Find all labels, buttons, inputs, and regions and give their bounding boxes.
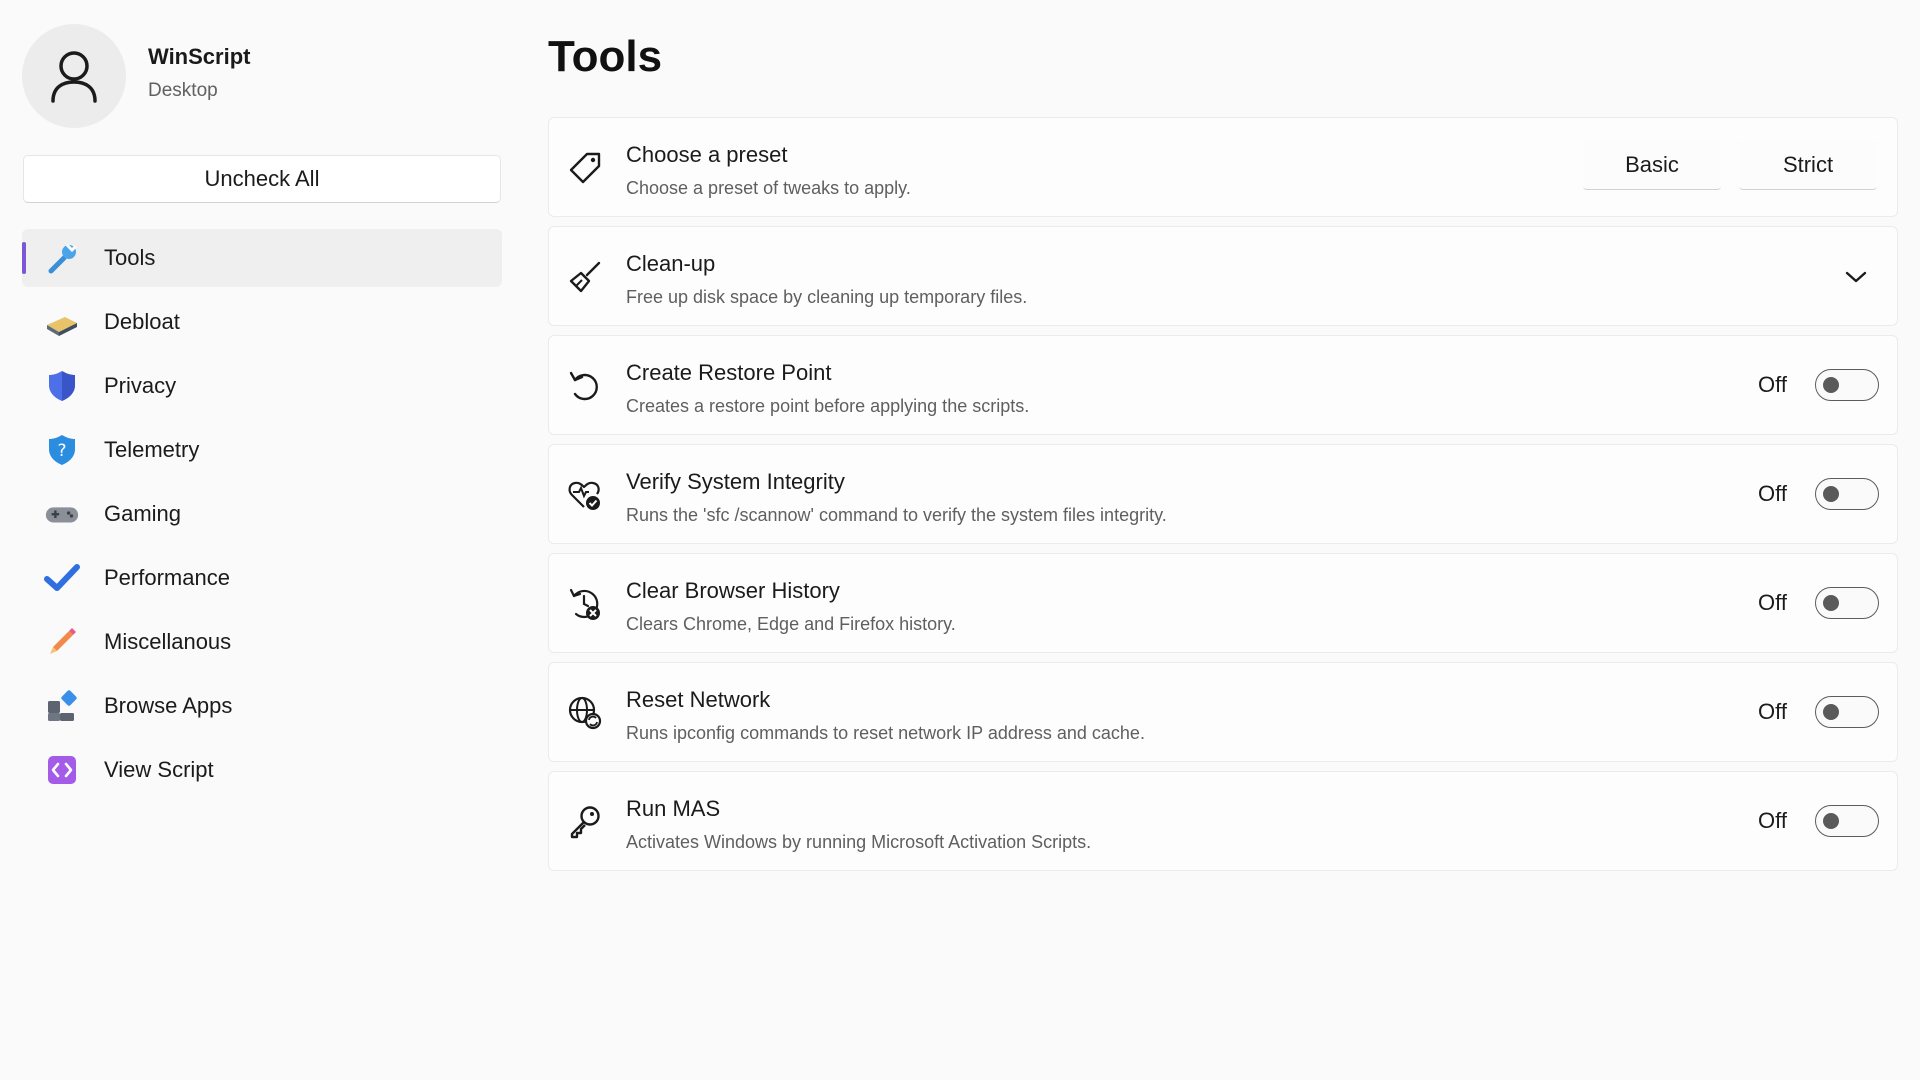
sidebar-item-privacy[interactable]: Privacy bbox=[22, 357, 502, 415]
card-title: Verify System Integrity bbox=[626, 469, 845, 494]
toggle-knob bbox=[1823, 486, 1839, 502]
app-window: WinScript Desktop Uncheck All Tools Debl… bbox=[0, 0, 1920, 1080]
toggle-state-label: Off bbox=[1758, 808, 1787, 833]
sidebar-item-label: Privacy bbox=[104, 373, 177, 398]
gamepad-icon bbox=[44, 496, 80, 532]
toggle-knob bbox=[1823, 704, 1839, 720]
pencil-icon bbox=[44, 624, 80, 660]
toggle-group: Off bbox=[1758, 369, 1879, 401]
sidebar-item-label: Gaming bbox=[104, 501, 182, 526]
shield-question-icon: ? bbox=[44, 432, 80, 468]
toggle-knob bbox=[1823, 595, 1839, 611]
app-name: WinScript bbox=[148, 44, 251, 69]
chevron-down-icon[interactable] bbox=[1841, 262, 1871, 292]
sidebar-item-label: Browse Apps bbox=[104, 693, 233, 718]
broom-icon bbox=[565, 257, 605, 297]
card-description: Choose a preset of tweaks to apply. bbox=[626, 178, 911, 198]
preset-basic-button[interactable]: Basic bbox=[1583, 140, 1721, 190]
card-description: Runs the 'sfc /scannow' command to verif… bbox=[626, 505, 1167, 525]
sidebar-item-label: Tools bbox=[104, 245, 156, 270]
undo-icon bbox=[565, 366, 605, 406]
toggle-state-label: Off bbox=[1758, 699, 1787, 724]
eraser-icon bbox=[44, 304, 80, 340]
sidebar-item-label: View Script bbox=[104, 757, 214, 782]
page-title: Tools bbox=[548, 32, 663, 81]
system-integrity-toggle[interactable] bbox=[1815, 478, 1879, 510]
card-description: Free up disk space by cleaning up tempor… bbox=[626, 287, 1028, 307]
uncheck-all-button[interactable]: Uncheck All bbox=[23, 155, 501, 203]
settings-list: Choose a preset Choose a preset of tweak… bbox=[548, 117, 1898, 880]
checkmark-icon bbox=[44, 560, 80, 596]
toggle-group: Off bbox=[1758, 805, 1879, 837]
code-icon bbox=[44, 752, 80, 788]
card-text: Choose a preset Choose a preset of tweak… bbox=[626, 142, 911, 199]
reset-network-toggle[interactable] bbox=[1815, 696, 1879, 728]
key-icon bbox=[565, 802, 605, 842]
tag-icon bbox=[565, 148, 605, 188]
sidebar-item-performance[interactable]: Performance bbox=[22, 549, 502, 607]
card-title: Clean-up bbox=[626, 251, 716, 276]
sidebar-item-label: Performance bbox=[104, 565, 230, 590]
sidebar-item-label: Telemetry bbox=[104, 437, 200, 462]
toggle-state-label: Off bbox=[1758, 590, 1787, 615]
sidebar-item-view-script[interactable]: View Script bbox=[22, 741, 502, 799]
toggle-group: Off bbox=[1758, 478, 1879, 510]
card-title: Run MAS bbox=[626, 796, 721, 821]
card-text: Clean-up Free up disk space by cleaning … bbox=[626, 251, 1027, 308]
preset-buttons: Basic Strict bbox=[1565, 140, 1877, 190]
run-mas-toggle[interactable] bbox=[1815, 805, 1879, 837]
app-subtitle: Desktop bbox=[148, 80, 218, 101]
svg-text:?: ? bbox=[57, 441, 66, 461]
card-run-mas: Run MAS Activates Windows by running Mic… bbox=[548, 771, 1898, 871]
apps-icon bbox=[44, 688, 80, 724]
card-text: Reset Network Runs ipconfig commands to … bbox=[626, 687, 1145, 744]
sidebar: WinScript Desktop Uncheck All Tools Debl… bbox=[0, 0, 510, 1080]
card-description: Clears Chrome, Edge and Firefox history. bbox=[626, 614, 956, 634]
avatar bbox=[22, 24, 126, 128]
card-clean-up[interactable]: Clean-up Free up disk space by cleaning … bbox=[548, 226, 1898, 326]
profile: WinScript Desktop bbox=[22, 24, 250, 128]
toggle-knob bbox=[1823, 813, 1839, 829]
card-text: Clear Browser History Clears Chrome, Edg… bbox=[626, 578, 956, 635]
card-description: Activates Windows by running Microsoft A… bbox=[626, 832, 1092, 852]
toggle-state-label: Off bbox=[1758, 372, 1787, 397]
browser-history-toggle[interactable] bbox=[1815, 587, 1879, 619]
toggle-group: Off bbox=[1758, 587, 1879, 619]
card-reset-network: Reset Network Runs ipconfig commands to … bbox=[548, 662, 1898, 762]
restore-point-toggle[interactable] bbox=[1815, 369, 1879, 401]
toggle-knob bbox=[1823, 377, 1839, 393]
sidebar-item-miscellanous[interactable]: Miscellanous bbox=[22, 613, 502, 671]
card-text: Verify System Integrity Runs the 'sfc /s… bbox=[626, 469, 1167, 526]
sidebar-nav: Tools Debloat Privacy ? Telemetry Gaming… bbox=[22, 229, 502, 805]
card-text: Create Restore Point Creates a restore p… bbox=[626, 360, 1029, 417]
card-title: Clear Browser History bbox=[626, 578, 840, 603]
card-title: Reset Network bbox=[626, 687, 771, 712]
sidebar-item-debloat[interactable]: Debloat bbox=[22, 293, 502, 351]
card-clear-browser-history: Clear Browser History Clears Chrome, Edg… bbox=[548, 553, 1898, 653]
card-title: Create Restore Point bbox=[626, 360, 832, 385]
card-title: Choose a preset bbox=[626, 142, 788, 167]
toggle-group: Off bbox=[1758, 696, 1879, 728]
sidebar-item-gaming[interactable]: Gaming bbox=[22, 485, 502, 543]
user-icon bbox=[51, 51, 97, 103]
card-create-restore-point: Create Restore Point Creates a restore p… bbox=[548, 335, 1898, 435]
profile-text: WinScript Desktop bbox=[148, 44, 250, 102]
sidebar-item-tools[interactable]: Tools bbox=[22, 229, 502, 287]
card-text: Run MAS Activates Windows by running Mic… bbox=[626, 796, 1091, 853]
wrench-icon bbox=[44, 240, 80, 276]
card-choose-preset: Choose a preset Choose a preset of tweak… bbox=[548, 117, 1898, 217]
toggle-state-label: Off bbox=[1758, 481, 1787, 506]
preset-strict-button[interactable]: Strict bbox=[1739, 140, 1877, 190]
sidebar-item-label: Debloat bbox=[104, 309, 180, 334]
shield-icon bbox=[44, 368, 80, 404]
globe-sync-icon bbox=[565, 693, 605, 733]
sidebar-item-browse-apps[interactable]: Browse Apps bbox=[22, 677, 502, 735]
history-clear-icon bbox=[565, 584, 605, 624]
sidebar-item-telemetry[interactable]: ? Telemetry bbox=[22, 421, 502, 479]
sidebar-item-label: Miscellanous bbox=[104, 629, 232, 654]
card-description: Runs ipconfig commands to reset network … bbox=[626, 723, 1145, 743]
card-verify-system-integrity: Verify System Integrity Runs the 'sfc /s… bbox=[548, 444, 1898, 544]
card-description: Creates a restore point before applying … bbox=[626, 396, 1030, 416]
heart-check-icon bbox=[565, 475, 605, 515]
